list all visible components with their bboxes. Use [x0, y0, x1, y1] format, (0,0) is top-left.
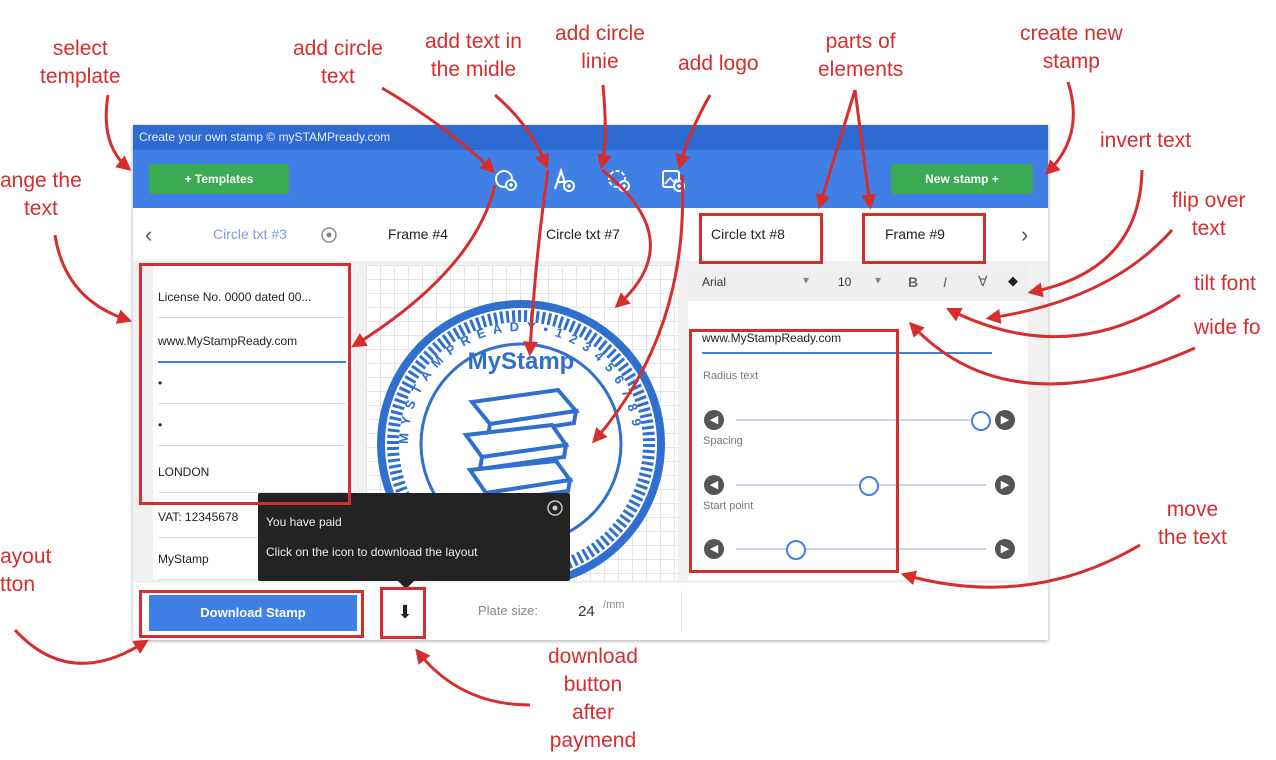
annotation-invert-text: invert text: [1100, 127, 1191, 155]
tab-circle-txt-3[interactable]: Circle txt #3: [213, 208, 287, 261]
tab-circle-txt-8-highlight: [699, 213, 823, 264]
font-size-select[interactable]: 10: [838, 275, 851, 289]
download-button-highlight: [139, 590, 364, 638]
annotation-text: invert text: [1100, 129, 1192, 152]
invert-text-icon[interactable]: ◆: [1008, 273, 1018, 289]
annotation-add-circle-text: add circle text: [293, 35, 383, 91]
annotation-text: select template: [40, 37, 121, 88]
download-tooltip: You have paid Click on the icon to downl…: [258, 493, 570, 589]
annotation-text: flip over text: [1172, 189, 1246, 240]
arrow-right-icon[interactable]: ▶: [995, 410, 1015, 430]
new-stamp-button[interactable]: New stamp +: [891, 164, 1033, 194]
chevron-left-icon[interactable]: ‹: [145, 222, 152, 248]
arrow-right-icon[interactable]: ▶: [995, 539, 1015, 559]
add-text-icon[interactable]: [550, 167, 576, 193]
annotation-text: add circle text: [293, 37, 383, 88]
annotation-tilt-font: tilt font: [1194, 270, 1256, 298]
tilt-font-icon[interactable]: I: [943, 274, 947, 290]
chevron-right-icon[interactable]: ›: [1021, 222, 1028, 248]
chevron-down-icon[interactable]: ▾: [875, 273, 881, 287]
tooltip-title: You have paid: [266, 515, 342, 529]
add-circle-line-icon[interactable]: [605, 167, 631, 193]
annotation-text: move the text: [1158, 498, 1227, 549]
annotation-add-text-middle: add text in the midle: [425, 28, 522, 84]
annotation-add-circle-line: add circle linie: [555, 20, 645, 76]
annotation-flip-over-text: flip over text: [1172, 187, 1246, 243]
text-lines-highlight: [139, 263, 351, 505]
main-toolbar: + Templates New stamp +: [133, 150, 1048, 208]
annotation-layout-button: ayout tton: [0, 543, 51, 599]
books-logo: [462, 387, 580, 506]
templates-button[interactable]: + Templates: [149, 164, 289, 194]
plate-size-value[interactable]: 24: [578, 603, 595, 620]
annotation-text: download button after paymend: [548, 645, 638, 752]
plate-size-unit: /mm: [603, 599, 625, 611]
annotation-text: add text in the midle: [425, 30, 522, 81]
download-icon-highlight: [380, 587, 426, 639]
tab-frame-9-highlight: [862, 213, 986, 264]
font-toolbar: Arial ▾ 10 ▾ B I ∀ ◆: [688, 265, 1028, 301]
annotation-add-logo: add logo: [678, 50, 759, 78]
page: Create your own stamp © mySTAMPready.com…: [0, 0, 1276, 760]
plate-size-label: Plate size:: [478, 603, 538, 618]
annotation-wide-font: wide fo: [1194, 314, 1261, 342]
annotation-download-after-payment: download button after paymend: [548, 643, 638, 755]
annotation-text: wide fo: [1194, 316, 1261, 339]
annotation-text: add logo: [678, 52, 759, 75]
tooltip-text: Click on the icon to download the layout: [266, 545, 478, 559]
annotation-create-new-stamp: create new stamp: [1020, 20, 1123, 76]
add-circle-text-icon[interactable]: [493, 167, 519, 193]
annotation-move-text: move the text: [1158, 496, 1227, 552]
chevron-down-icon[interactable]: ▾: [803, 273, 809, 287]
add-logo-icon[interactable]: [660, 167, 686, 193]
tab-frame-4[interactable]: Frame #4: [388, 208, 448, 261]
annotation-text: add circle linie: [555, 22, 645, 73]
arrow-right-icon[interactable]: ▶: [995, 475, 1015, 495]
annotation-select-template: select template: [40, 35, 121, 91]
flip-text-icon[interactable]: ∀: [978, 273, 988, 290]
stamp-center-text: MyStamp: [468, 348, 575, 375]
text-properties-highlight: [689, 329, 899, 573]
annotation-text: tilt font: [1194, 272, 1256, 295]
annotation-parts-of-elements: parts of elements: [818, 28, 903, 84]
annotation-change-text: ange the text: [0, 167, 82, 223]
bold-icon[interactable]: B: [908, 274, 918, 290]
annotation-text: parts of elements: [818, 30, 904, 81]
close-tab-icon[interactable]: [320, 226, 338, 244]
font-family-select[interactable]: Arial: [702, 275, 726, 289]
annotation-text: ange the text: [0, 169, 82, 220]
tab-circle-txt-7[interactable]: Circle txt #7: [546, 208, 620, 261]
annotation-text: create new stamp: [1020, 22, 1123, 73]
close-icon[interactable]: [546, 499, 564, 517]
window-title: Create your own stamp © mySTAMPready.com: [133, 125, 1048, 150]
divider: [681, 591, 682, 631]
radius-slider-handle[interactable]: [971, 411, 991, 431]
annotation-text: ayout tton: [0, 545, 52, 596]
